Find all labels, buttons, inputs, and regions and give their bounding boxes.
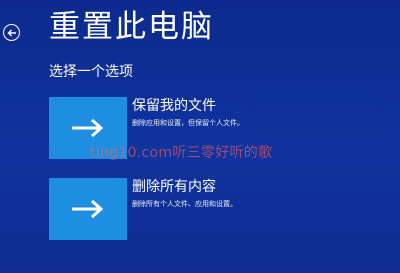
- back-arrow-circle-icon[interactable]: [3, 24, 20, 41]
- option-description: 删除所有个人文件、应用和设置。: [132, 200, 237, 208]
- back-arrow-glyph: [7, 29, 16, 36]
- page-title: 重置此电脑: [49, 9, 214, 45]
- option-description: 删除应用和设置，但保留个人文件。: [132, 119, 244, 127]
- option-title: 删除所有内容: [132, 179, 216, 195]
- right-arrow-icon: [72, 199, 104, 219]
- watermark-text: ting10.com听三零好听的歌: [90, 145, 273, 161]
- option-title: 保留我的文件: [132, 98, 216, 114]
- option-tile[interactable]: [49, 178, 127, 240]
- right-arrow-icon: [72, 118, 104, 138]
- remove-everything-option[interactable]: 删除所有内容 删除所有个人文件、应用和设置。: [49, 178, 319, 240]
- choose-option-subtitle: 选择一个选项: [49, 64, 133, 80]
